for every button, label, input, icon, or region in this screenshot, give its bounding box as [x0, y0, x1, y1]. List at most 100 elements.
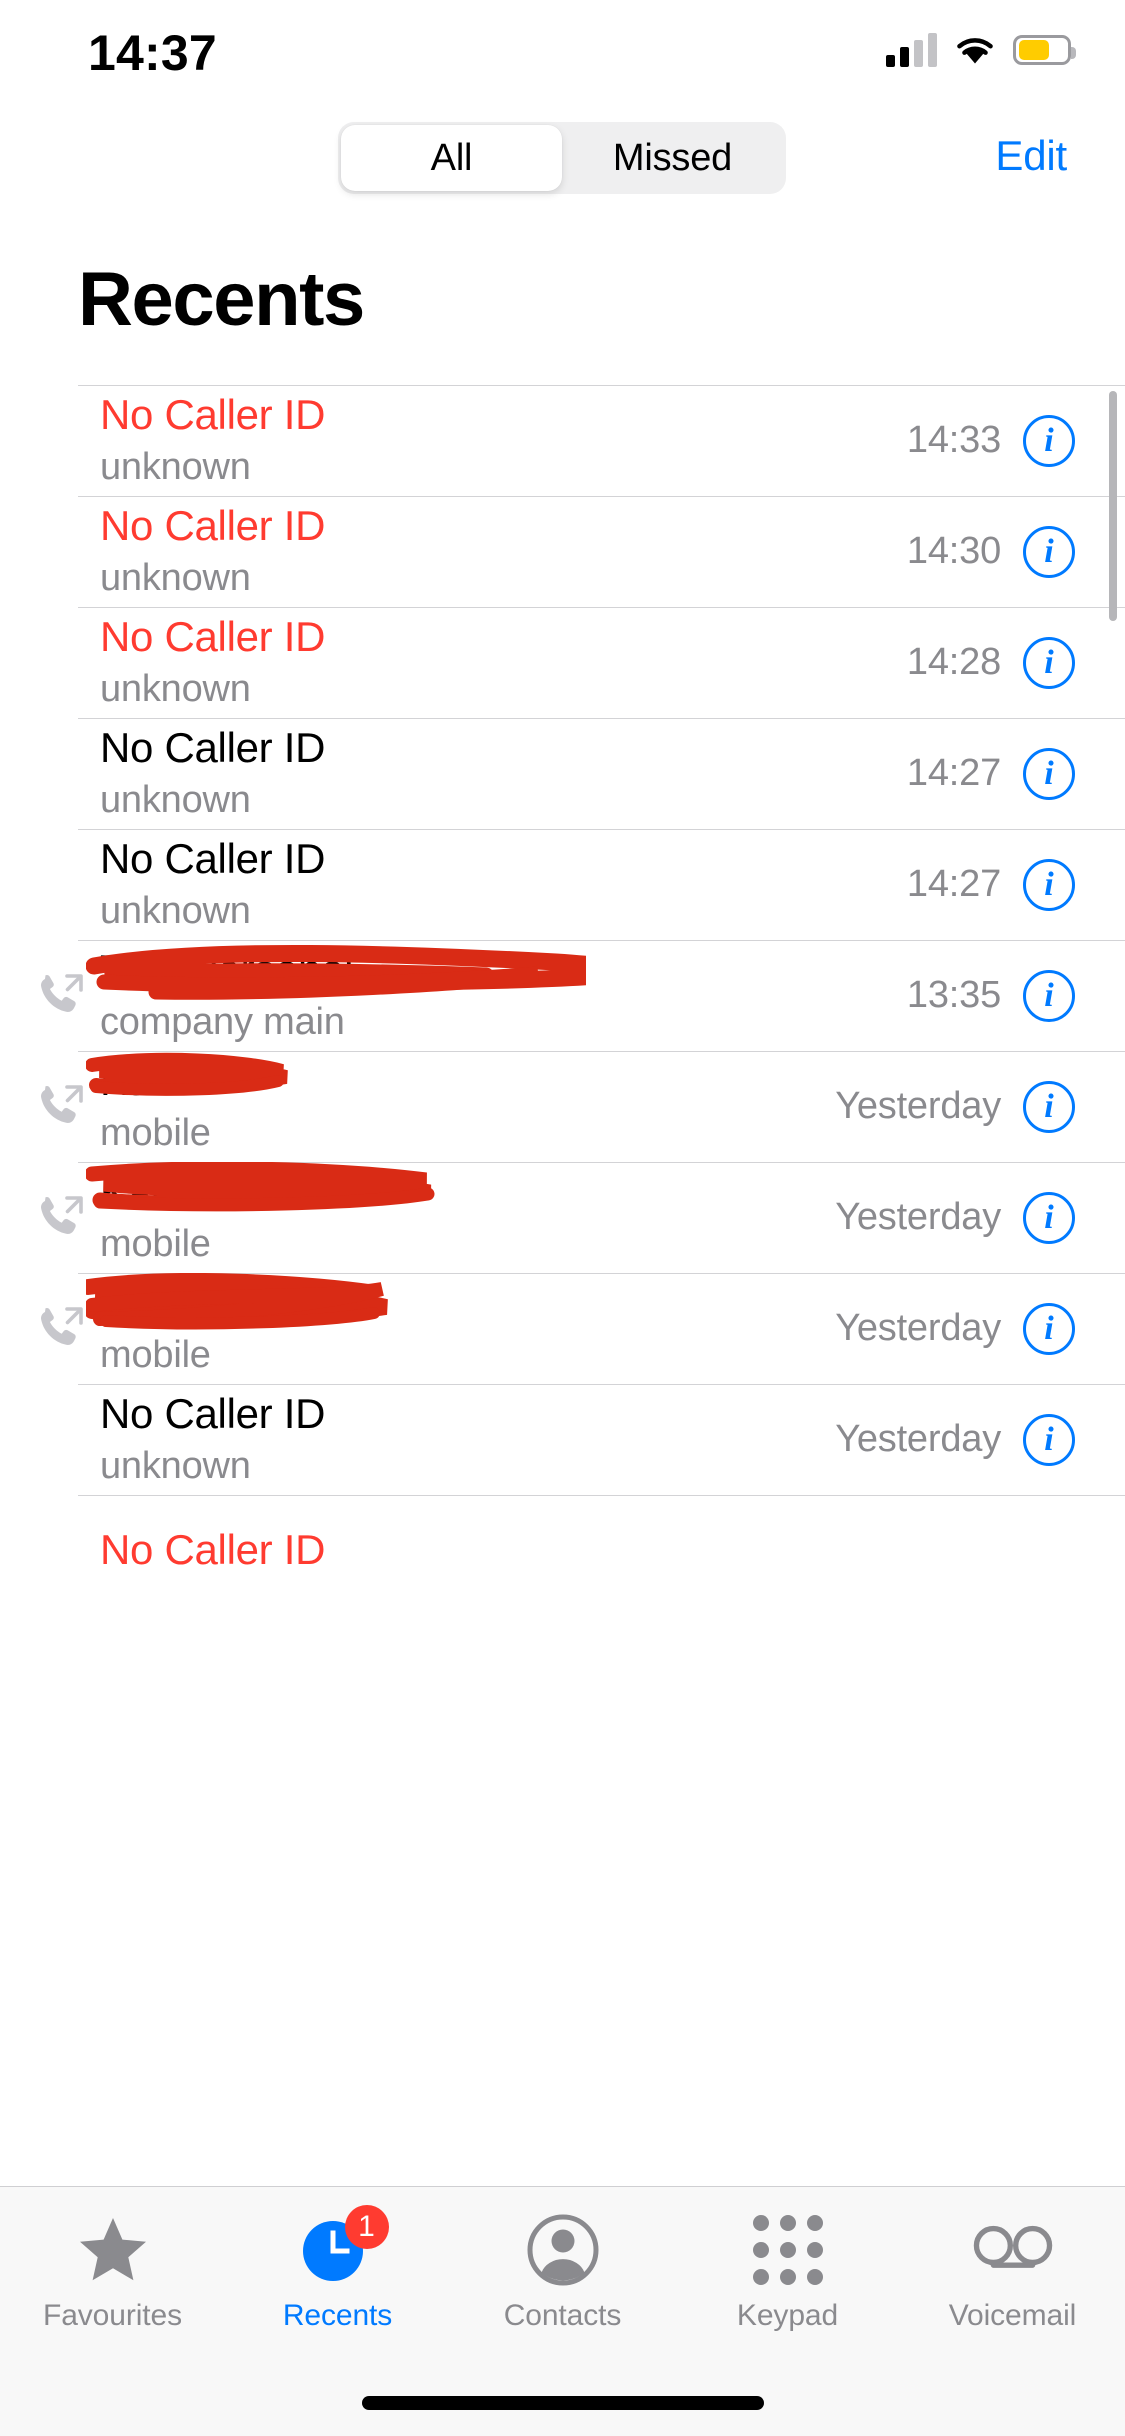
- scrollbar[interactable]: [1109, 391, 1117, 621]
- call-row-trailing: Yesterday i: [835, 1191, 1075, 1244]
- star-icon: [72, 2209, 154, 2291]
- call-row-trailing: Yesterday i: [835, 1413, 1075, 1466]
- call-row[interactable]: Tom Personal company main 13:35 i: [0, 940, 1125, 1051]
- recents-call-list[interactable]: No Caller ID unknown 14:33 i No Caller ID unk…: [0, 385, 1125, 2436]
- call-info-button[interactable]: i: [1023, 747, 1075, 800]
- call-name: No Caller ID: [100, 834, 326, 882]
- call-subtitle: unknown: [100, 778, 251, 821]
- outgoing-call-icon: [32, 1190, 88, 1246]
- keypad-grid-icon: [747, 2209, 829, 2291]
- call-subtitle: unknown: [100, 1444, 251, 1487]
- segment-all[interactable]: All: [341, 125, 562, 191]
- tab-contacts[interactable]: Contacts: [450, 2209, 675, 2333]
- call-filter-segmented-control[interactable]: All Missed: [338, 122, 786, 194]
- call-info-button[interactable]: i: [1023, 1191, 1075, 1244]
- call-row-trailing: 14:27 i: [906, 747, 1075, 800]
- call-time: Yesterday: [835, 1307, 1001, 1349]
- status-bar-time: 14:37: [88, 25, 217, 81]
- call-row-trailing: 14:33 i: [906, 414, 1075, 467]
- call-info-button[interactable]: i: [1023, 858, 1075, 911]
- tab-label-keypad: Keypad: [736, 2299, 839, 2332]
- call-row[interactable]: No Caller ID unknown 14:27 i: [0, 829, 1125, 940]
- call-time: 14:27: [906, 752, 1001, 794]
- call-name: No Caller ID: [100, 1526, 326, 1574]
- recents-badge: 1: [344, 2205, 389, 2249]
- edit-button[interactable]: Edit: [995, 132, 1067, 180]
- tab-label-contacts: Contacts: [503, 2299, 622, 2332]
- call-row[interactable]: Zak 😂 (2) mobile Yesterday i: [0, 1272, 1125, 1384]
- wifi-icon: [953, 33, 997, 67]
- call-row-text: No Caller ID unknown: [100, 835, 907, 935]
- call-row[interactable]: No Caller ID unknown 14:33 i: [0, 385, 1125, 496]
- call-subtitle: mobile: [100, 1222, 211, 1265]
- call-name: No Caller ID: [100, 501, 326, 549]
- outgoing-call-icon: [32, 1301, 88, 1357]
- redaction-scribble: [86, 1161, 446, 1220]
- call-subtitle: unknown: [100, 445, 251, 488]
- tab-bar: Favourites 1 Recents Contacts Keypad Voi…: [0, 2186, 1125, 2436]
- call-info-button[interactable]: i: [1023, 1302, 1075, 1355]
- call-row-text: Zak 😂 (2) mobile: [86, 1272, 835, 1379]
- call-subtitle: unknown: [100, 667, 251, 710]
- voicemail-icon: [972, 2209, 1054, 2291]
- call-subtitle: company main: [100, 1000, 345, 1043]
- call-time: Yesterday: [835, 1418, 1001, 1460]
- tab-voicemail[interactable]: Voicemail: [900, 2209, 1125, 2333]
- call-row-trailing: Yesterday i: [835, 1080, 1075, 1133]
- call-row[interactable]: No Caller ID unknown 14:30 i: [0, 496, 1125, 607]
- tab-label-favourites: Favourites: [42, 2299, 183, 2332]
- redaction-scribble: [86, 1272, 396, 1337]
- tab-label-voicemail: Voicemail: [948, 2299, 1077, 2332]
- segment-missed[interactable]: Missed: [562, 125, 783, 191]
- call-row-text: No Caller ID unknown: [100, 391, 907, 491]
- call-row[interactable]: No Caller ID: [0, 1495, 1125, 1606]
- home-indicator: [361, 2396, 764, 2410]
- phone-app-recents-screen: 14:37 All Missed Edit Recents No Caller …: [0, 0, 1125, 2436]
- call-time: 14:33: [906, 419, 1001, 461]
- call-info-button[interactable]: i: [1023, 1080, 1075, 1133]
- outgoing-call-icon: [32, 968, 88, 1024]
- tab-recents[interactable]: 1 Recents: [225, 2205, 450, 2333]
- call-row[interactable]: No Caller ID unknown 14:27 i: [0, 718, 1125, 829]
- call-row-trailing: 13:35 i: [906, 969, 1075, 1022]
- call-time: 14:28: [906, 641, 1001, 683]
- battery-low-power-icon: [1013, 35, 1076, 65]
- call-row-text: No Caller ID: [100, 1526, 1125, 1574]
- call-row[interactable]: Karolina mobile Yesterday i: [0, 1161, 1125, 1273]
- call-subtitle: unknown: [100, 889, 251, 932]
- cellular-signal-icon: [886, 33, 937, 67]
- call-row-text: No Caller ID unknown: [100, 502, 907, 602]
- call-time: 13:35: [906, 974, 1001, 1016]
- call-info-button[interactable]: i: [1023, 636, 1075, 689]
- outgoing-call-icon: [32, 1079, 88, 1135]
- call-row-text: Tom Personal company main: [86, 944, 907, 1046]
- navigation-bar: All Missed Edit: [0, 100, 1125, 212]
- call-row[interactable]: Karl mobile Yesterday i: [0, 1051, 1125, 1162]
- call-time: Yesterday: [835, 1085, 1001, 1127]
- status-bar-indicators: [886, 28, 1076, 72]
- tab-favourites[interactable]: Favourites: [0, 2209, 225, 2333]
- call-row-trailing: 14:28 i: [906, 636, 1075, 689]
- call-name: No Caller ID: [100, 1389, 326, 1437]
- page-title: Recents: [78, 257, 365, 342]
- call-time: Yesterday: [835, 1196, 1001, 1238]
- call-info-button[interactable]: i: [1023, 969, 1075, 1022]
- redaction-scribble: [86, 940, 586, 1000]
- call-name: No Caller ID: [100, 612, 326, 660]
- call-name: No Caller ID: [100, 390, 326, 438]
- call-name: No Caller ID: [100, 723, 326, 771]
- call-row[interactable]: No Caller ID unknown Yesterday i: [0, 1384, 1125, 1495]
- redaction-scribble: [86, 1051, 296, 1107]
- clock-icon: 1: [297, 2205, 389, 2291]
- call-info-button[interactable]: i: [1023, 525, 1075, 578]
- tab-keypad[interactable]: Keypad: [675, 2209, 900, 2333]
- call-row-text: Karl mobile: [86, 1052, 835, 1157]
- call-time: 14:30: [906, 530, 1001, 572]
- call-row[interactable]: No Caller ID unknown 14:28 i: [0, 607, 1125, 718]
- call-info-button[interactable]: i: [1023, 1413, 1075, 1466]
- call-row-trailing: 14:30 i: [906, 525, 1075, 578]
- call-subtitle: mobile: [100, 1333, 211, 1376]
- status-bar: 14:37: [0, 0, 1125, 100]
- call-info-button[interactable]: i: [1023, 414, 1075, 467]
- call-row-trailing: Yesterday i: [835, 1302, 1075, 1355]
